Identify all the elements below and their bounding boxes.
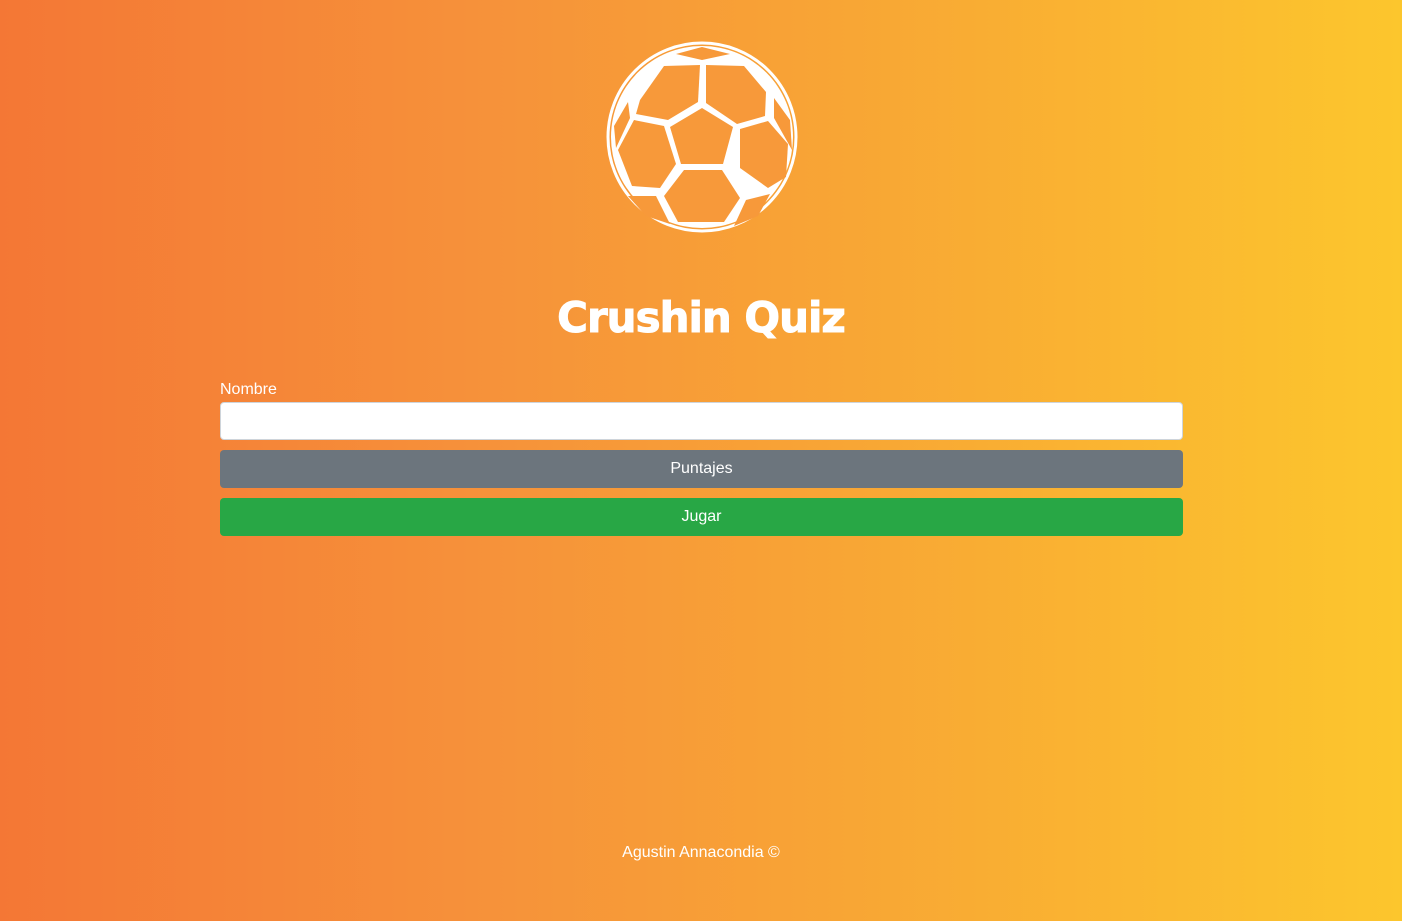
play-button[interactable]: Jugar xyxy=(220,498,1183,536)
name-label: Nombre xyxy=(220,381,277,398)
soccer-ball-icon xyxy=(606,40,798,234)
player-form: Nombre Puntajes Jugar xyxy=(220,380,1183,536)
name-input[interactable] xyxy=(220,402,1183,440)
page-title: Crushin Quiz xyxy=(557,293,847,343)
footer-credits: Agustin Annacondia © xyxy=(622,844,780,861)
scores-button[interactable]: Puntajes xyxy=(220,450,1183,488)
